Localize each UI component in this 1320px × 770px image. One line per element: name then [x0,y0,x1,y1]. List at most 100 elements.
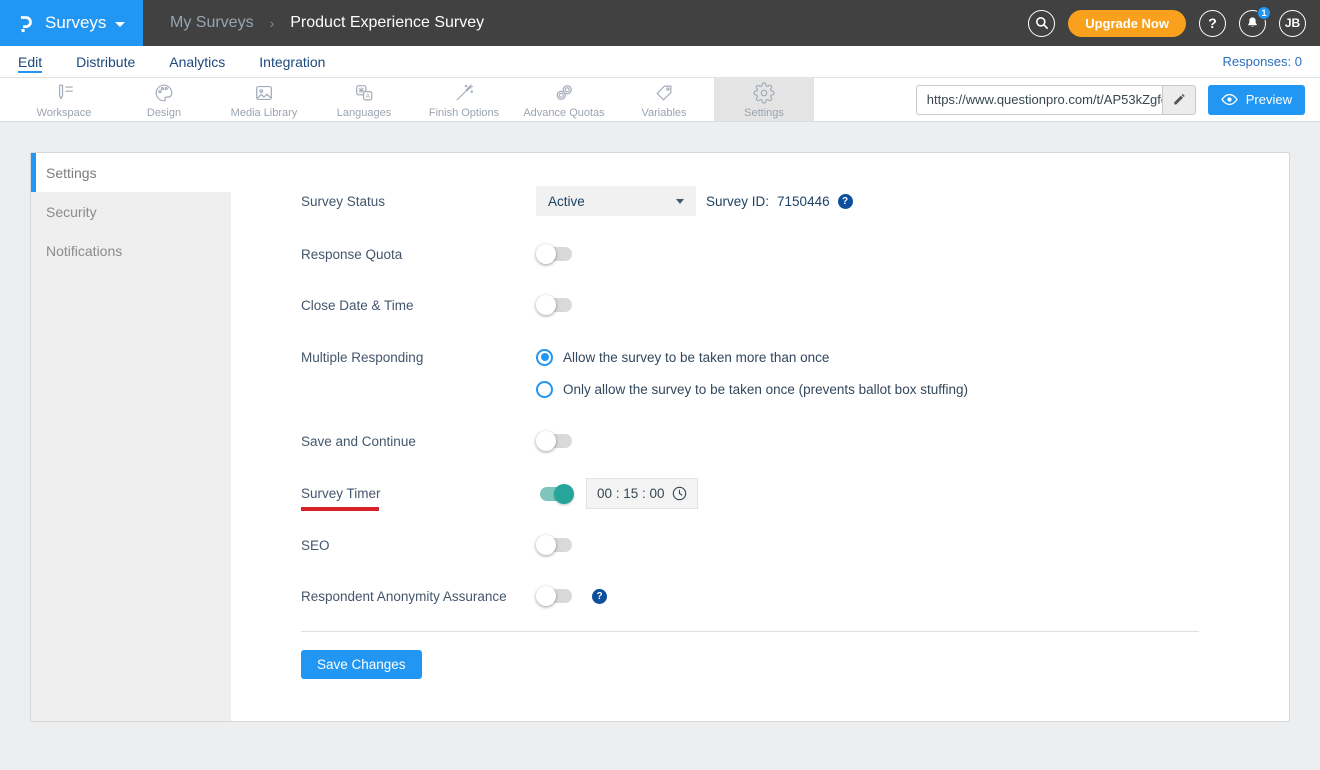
edit-toolbar: Workspace Design Media Library A Languag… [0,78,1320,122]
seo-row: SEO [301,530,574,560]
toolbar-right: https://www.questionpro.com/t/AP53kZgfo … [915,78,1320,121]
response-quota-toggle[interactable] [536,244,574,264]
radio-only-once[interactable] [536,380,553,398]
radio-allow-multiple[interactable] [536,348,553,366]
breadcrumb-parent[interactable]: My Surveys [170,14,254,32]
settings-form: Survey Status Active Survey ID: 7150446 … [231,153,1289,721]
product-name: Surveys [45,13,107,32]
questionpro-logo-icon [14,11,36,35]
seo-label: SEO [301,537,330,553]
variables-icon [653,81,675,105]
survey-timer-toggle[interactable] [536,483,574,504]
toolbar-item-label: Settings [744,106,784,119]
toolbar-item-label: Workspace [36,106,92,119]
topbar-actions: Upgrade Now ? 1 JB [1028,5,1320,37]
close-date-toggle[interactable] [536,295,574,315]
toolbar-item-advance-quotas[interactable]: Advance Quotas [514,78,614,121]
save-continue-label: Save and Continue [301,433,416,449]
survey-timer-input[interactable]: 00 : 15 : 00 [586,478,698,509]
breadcrumb-current: Product Experience Survey [290,14,485,31]
save-continue-toggle[interactable] [536,431,574,451]
languages-icon: A [353,81,375,105]
toolbar-item-label: Finish Options [428,106,500,119]
search-icon [1034,15,1050,31]
survey-status-dropdown[interactable]: Active [536,186,696,216]
toolbar-item-design[interactable]: Design [114,78,214,121]
toolbar-item-variables[interactable]: Variables [614,78,714,121]
multiple-responding-label: Multiple Responding [301,349,424,365]
toolbar-item-media-library[interactable]: Media Library [214,78,314,121]
finish-options-icon [453,81,475,105]
tab-integration[interactable]: Integration [259,46,325,77]
settings-gear-icon [753,81,775,105]
avatar[interactable]: JB [1279,9,1306,37]
preview-button[interactable]: Preview [1207,84,1305,115]
tab-distribute[interactable]: Distribute [76,46,135,77]
toolbar-item-label: Design [146,106,182,119]
top-bar: Surveys My Surveys › Product Experience … [0,0,1320,46]
toolbar-item-workspace[interactable]: Workspace [14,78,114,121]
respondent-anonymity-label: Respondent Anonymity Assurance [301,588,507,604]
settings-sidebar: Settings Security Notifications [31,153,231,721]
survey-id-value: 7150446 [777,193,830,209]
app-switcher[interactable]: Surveys [0,0,143,46]
chevron-down-icon [676,198,684,204]
multiple-responding-row: Multiple Responding Allow the survey to … [301,342,829,372]
toolbar-item-label: Languages [336,106,392,119]
toolbar-item-settings[interactable]: Settings [714,78,814,121]
response-quota-row: Response Quota [301,239,574,269]
survey-timer-row: Survey Timer 00 : 15 : 00 [301,478,698,509]
save-continue-row: Save and Continue [301,426,574,456]
pencil-icon [1172,93,1186,107]
close-date-label: Close Date & Time [301,297,414,313]
advance-quotas-icon [553,81,575,105]
svg-text:A: A [366,93,371,100]
workspace-icon [53,81,75,105]
survey-id-help-icon[interactable]: ? [837,193,853,209]
response-quota-label: Response Quota [301,246,403,262]
search-button[interactable] [1028,9,1056,37]
help-button[interactable]: ? [1199,9,1226,37]
survey-status-label: Survey Status [301,193,386,209]
question-mark-icon: ? [1208,15,1217,31]
sidebar-item-settings[interactable]: Settings [31,153,231,192]
respondent-anonymity-help-icon[interactable]: ? [592,588,607,604]
tab-analytics[interactable]: Analytics [169,46,225,77]
survey-url-field[interactable]: https://www.questionpro.com/t/AP53kZgfo [915,84,1196,115]
chevron-down-icon [115,21,126,27]
clock-icon [672,486,687,501]
responses-count[interactable]: Responses: 0 [1223,54,1320,69]
survey-timer-value: 00 : 15 : 00 [597,486,665,501]
toolbar-item-label: Variables [641,106,687,119]
sidebar-item-security[interactable]: Security [31,192,231,231]
avatar-initials: JB [1284,16,1301,30]
tab-edit[interactable]: Edit [18,46,43,77]
respondent-anonymity-row: Respondent Anonymity Assurance ? [301,581,607,611]
form-divider [301,631,1199,632]
survey-id-label: Survey ID: [706,193,770,209]
settings-panel: Settings Security Notifications Survey S… [30,152,1290,722]
sidebar-item-notifications[interactable]: Notifications [31,231,231,270]
seo-toggle[interactable] [536,535,574,555]
survey-status-row: Survey Status Active Survey ID: 7150446 … [301,186,1269,216]
survey-status-value: Active [548,193,585,209]
breadcrumb: My Surveys › Product Experience Survey [170,14,484,32]
radio-only-once-label: Only allow the survey to be taken once (… [563,381,968,397]
edit-url-button[interactable] [1161,85,1195,114]
eye-icon [1221,93,1238,106]
respondent-anonymity-toggle[interactable] [536,586,574,606]
notifications-button[interactable]: 1 [1239,5,1271,37]
save-changes-button[interactable]: Save Changes [301,650,422,679]
survey-url-text: https://www.questionpro.com/t/AP53kZgfo [926,92,1162,107]
media-library-icon [253,81,275,105]
multiple-responding-option2-row: Only allow the survey to be taken once (… [536,374,968,404]
survey-timer-label: Survey Timer [301,486,381,501]
notification-badge: 1 [1257,5,1271,20]
survey-timer-annotation-underline [301,507,379,511]
toolbar-item-finish-options[interactable]: Finish Options [414,78,514,121]
toolbar-item-label: Advance Quotas [523,106,605,119]
radio-allow-multiple-label: Allow the survey to be taken more than o… [563,349,830,365]
upgrade-now-button[interactable]: Upgrade Now [1068,9,1186,37]
toolbar-item-languages[interactable]: A Languages [314,78,414,121]
breadcrumb-separator-icon: › [269,15,275,31]
